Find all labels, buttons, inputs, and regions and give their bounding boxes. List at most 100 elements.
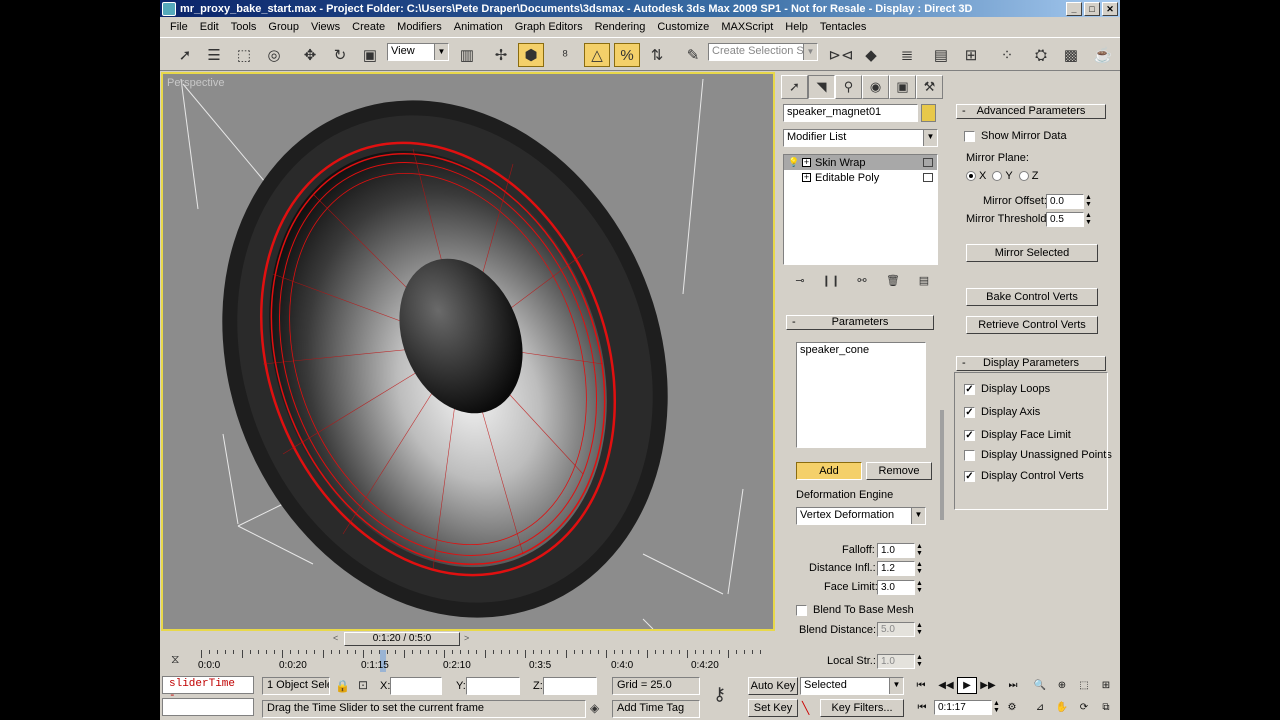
radio-z[interactable] <box>1018 171 1029 181</box>
rendered-frame-window-icon[interactable]: ▩ <box>1058 43 1084 67</box>
menu-modifiers[interactable]: Modifiers <box>391 21 448 33</box>
schematic-view-icon[interactable]: ⊞ <box>958 43 984 67</box>
lightbulb-icon[interactable]: 💡 <box>788 157 799 168</box>
keyboard-shortcut-override-icon[interactable]: ⬢ <box>518 43 544 67</box>
distance-infl-spinner[interactable]: 1.2 ▲ ▼ <box>877 561 924 576</box>
prev-frame-icon[interactable]: < <box>333 633 338 643</box>
mirror-threshold-spinner[interactable]: 0.5 ▲ ▼ <box>1046 212 1093 227</box>
quick-render-icon[interactable]: ☕ <box>1090 43 1116 67</box>
next-frame-icon[interactable]: ▶▶ <box>978 677 998 694</box>
perspective-viewport[interactable]: Perspective <box>161 72 775 631</box>
select-object-icon[interactable]: ➚ <box>172 43 198 67</box>
menu-tools[interactable]: Tools <box>225 21 263 33</box>
current-frame-field[interactable]: 0:1:17 ▲ ▼ <box>934 700 1001 715</box>
viewport-label[interactable]: Perspective <box>167 77 224 89</box>
modifier-list-dropdown[interactable]: Modifier List ▼ <box>783 129 938 147</box>
set-key-button[interactable]: Set Key <box>748 699 798 717</box>
show-mirror-data-checkbox[interactable]: Show Mirror Data <box>964 130 1067 142</box>
zoom-icon[interactable]: 🔍 <box>1030 677 1050 694</box>
play-icon[interactable]: ▶ <box>957 677 977 694</box>
named-selection-sets-dropdown[interactable]: Create Selection Set ▼ <box>708 43 818 61</box>
percent-snap-icon[interactable]: % <box>614 43 640 67</box>
mirror-icon[interactable]: ⊳⊲ <box>828 43 854 67</box>
key-mode-dropdown[interactable]: Selected ▼ <box>800 677 904 695</box>
mirror-offset-spinner[interactable]: 0.0 ▲ ▼ <box>1046 194 1093 209</box>
remove-modifier-icon[interactable]: 🗑 <box>879 270 907 290</box>
show-end-result-icon[interactable]: ❙❙ <box>817 270 845 290</box>
x-coordinate-field[interactable] <box>390 677 442 695</box>
blend-to-base-checkbox[interactable]: Blend To Base Mesh <box>796 604 914 616</box>
spinner-arrows-icon[interactable]: ▲ ▼ <box>1084 194 1093 209</box>
expand-icon[interactable]: + <box>802 173 811 182</box>
select-by-name-icon[interactable]: ☰ <box>201 43 227 67</box>
time-slider-thumb[interactable]: 0:1:20 / 0:5:0 <box>344 632 460 646</box>
curve-editor-icon[interactable]: ▤ <box>928 43 954 67</box>
advanced-parameters-header[interactable]: - Advanced Parameters <box>956 104 1106 119</box>
menu-edit[interactable]: Edit <box>194 21 225 33</box>
menu-animation[interactable]: Animation <box>448 21 509 33</box>
configure-modifier-sets-icon[interactable]: ▤ <box>910 270 938 290</box>
maximize-button[interactable]: □ <box>1084 1 1100 16</box>
edit-named-selection-icon[interactable]: ✎ <box>680 43 706 67</box>
menu-graph-editors[interactable]: Graph Editors <box>509 21 589 33</box>
window-crossing-icon[interactable]: ◎ <box>261 43 287 67</box>
next-frame-icon[interactable]: > <box>464 633 469 643</box>
remove-button[interactable]: Remove <box>866 462 932 480</box>
auto-key-button[interactable]: Auto Key <box>748 677 798 695</box>
stack-item-skin-wrap[interactable]: 💡 + Skin Wrap <box>784 155 937 170</box>
retrieve-control-verts-button[interactable]: Retrieve Control Verts <box>966 316 1098 334</box>
track-bar[interactable]: ⧖ 0:0:0 0:0:20 0:1:15 0:2:10 0:3:5 0:4:0… <box>161 650 775 672</box>
angle-snap-icon[interactable]: △ <box>584 43 610 67</box>
absolute-mode-icon[interactable]: ⊡ <box>358 678 368 692</box>
menu-customize[interactable]: Customize <box>651 21 715 33</box>
expand-icon[interactable]: + <box>802 158 811 167</box>
spinner-arrows-icon[interactable]: ▲ ▼ <box>992 700 1001 715</box>
region-select-icon[interactable]: ⬚ <box>231 43 257 67</box>
render-setup-icon[interactable]: ⛭ <box>1028 43 1054 67</box>
time-tag-icon[interactable]: ◈ <box>590 701 599 715</box>
spinner-snap-icon[interactable]: ⇅ <box>644 43 670 67</box>
menu-views[interactable]: Views <box>305 21 346 33</box>
set-key-filter-icon[interactable]: ╲ <box>802 701 809 715</box>
select-scale-icon[interactable]: ▣ <box>357 43 383 67</box>
modifier-stack[interactable]: 💡 + Skin Wrap + Editable Poly <box>783 154 938 265</box>
menu-help[interactable]: Help <box>779 21 814 33</box>
menu-rendering[interactable]: Rendering <box>589 21 652 33</box>
make-unique-icon[interactable]: ⚯ <box>848 270 876 290</box>
falloff-spinner[interactable]: 1.0 ▲ ▼ <box>877 543 924 558</box>
deformation-engine-dropdown[interactable]: Vertex Deformation ▼ <box>796 507 926 525</box>
time-slider[interactable]: < 0:1:20 / 0:5:0 > <box>161 632 775 646</box>
maxscript-output[interactable] <box>162 698 254 716</box>
list-item[interactable]: speaker_cone <box>800 344 922 356</box>
lock-icon[interactable]: 🔒 <box>335 679 350 693</box>
spinner-arrows-icon[interactable]: ▲ ▼ <box>915 654 924 669</box>
z-coordinate-field[interactable] <box>543 677 597 695</box>
mirror-plane-radio-group[interactable]: X Y Z <box>960 170 1038 182</box>
menu-group[interactable]: Group <box>262 21 305 33</box>
go-to-start-icon[interactable]: ⏮ <box>911 677 931 694</box>
hierarchy-tab-icon[interactable]: ⚲ <box>835 75 862 99</box>
blend-distance-spinner[interactable]: 5.0 ▲ ▼ <box>877 622 924 637</box>
panel-scrollbar[interactable] <box>940 410 944 520</box>
modify-tab-icon[interactable]: ◥ <box>808 75 835 99</box>
reference-coordinate-dropdown[interactable]: View ▼ <box>387 43 449 61</box>
menu-tentacles[interactable]: Tentacles <box>814 21 872 33</box>
maximize-viewport-icon[interactable]: ⧉ <box>1096 699 1116 716</box>
field-of-view-icon[interactable]: ⊿ <box>1030 699 1050 716</box>
spinner-arrows-icon[interactable]: ▲ ▼ <box>915 561 924 576</box>
spinner-arrows-icon[interactable]: ▲ ▼ <box>915 580 924 595</box>
stack-item-editable-poly[interactable]: + Editable Poly <box>784 170 937 185</box>
face-limit-spinner[interactable]: 3.0 ▲ ▼ <box>877 580 924 595</box>
bake-control-verts-button[interactable]: Bake Control Verts <box>966 288 1098 306</box>
mirror-selected-button[interactable]: Mirror Selected <box>966 244 1098 262</box>
zoom-extents-all-icon[interactable]: ⊞ <box>1096 677 1116 694</box>
radio-x[interactable] <box>966 171 976 181</box>
select-move-icon[interactable]: ✥ <box>297 43 323 67</box>
minimize-button[interactable]: _ <box>1066 1 1082 16</box>
parameters-rollout-header[interactable]: - Parameters <box>786 315 934 330</box>
utilities-tab-icon[interactable]: ⚒ <box>916 75 943 99</box>
spinner-arrows-icon[interactable]: ▲ ▼ <box>915 622 924 637</box>
pivot-center-icon[interactable]: ▥ <box>454 43 480 67</box>
maxscript-listener[interactable]: sliderTime - <box>162 676 254 702</box>
close-button[interactable]: ✕ <box>1102 1 1118 16</box>
